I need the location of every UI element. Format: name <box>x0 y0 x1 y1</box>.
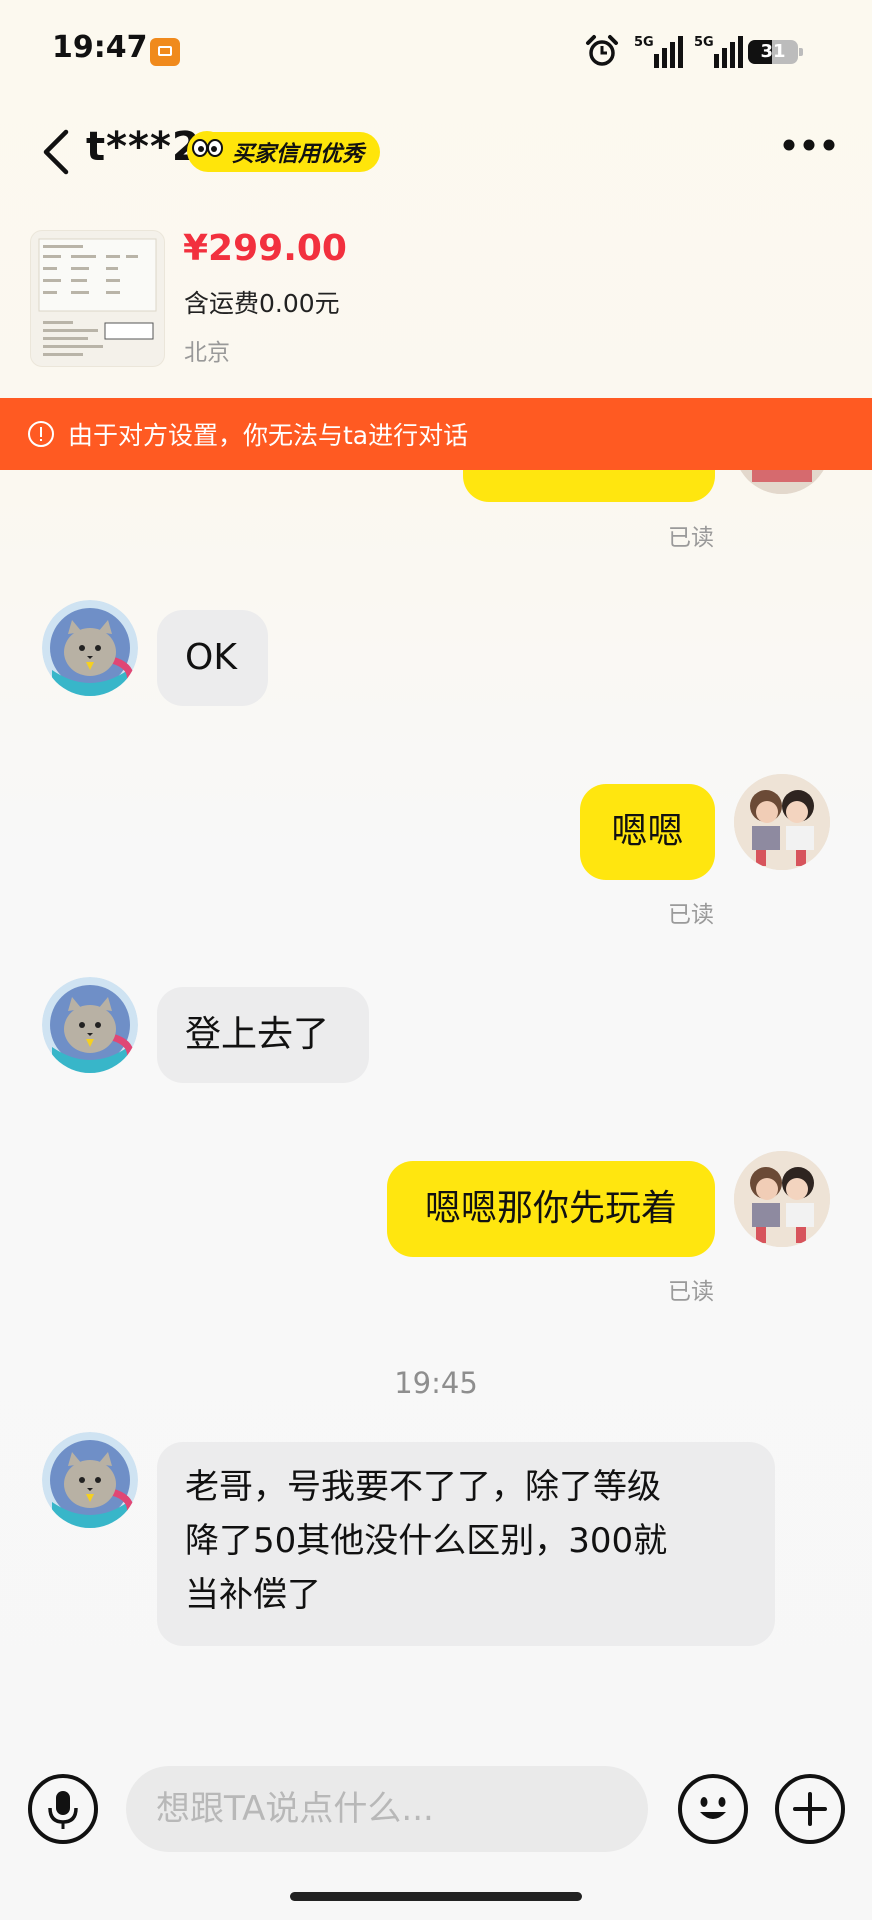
message-text: 嗯嗯那你先玩着 <box>424 1188 677 1229</box>
back-arrow-icon[interactable] <box>40 128 72 176</box>
partner-avatar[interactable] <box>42 1432 138 1528</box>
battery-indicator: 31 <box>748 40 803 64</box>
signal-5g-1-icon: 5G <box>634 35 683 68</box>
chat-disabled-banner: 由于对方设置，你无法与ta进行对话 <box>0 398 872 470</box>
credit-badge-label: 买家信用优秀 <box>232 142 365 167</box>
read-status: 已读 <box>668 525 714 551</box>
my-avatar[interactable] <box>734 774 830 870</box>
svg-text:5G: 5G <box>634 35 654 50</box>
message-bubble-mine[interactable]: 嗯嗯那你先玩着 <box>387 1161 715 1257</box>
mascot-face-icon <box>187 131 227 171</box>
message-text-line: 当补偿了 <box>185 1575 321 1615</box>
message-timestamp: 19:45 <box>394 1366 478 1400</box>
status-time: 19:47 <box>52 30 148 65</box>
message-text-line: 降了50其他没什么区别，300就 <box>185 1521 668 1561</box>
partner-avatar[interactable] <box>42 977 138 1073</box>
message-text-line: 老哥，号我要不了了，除了等级 <box>185 1467 661 1507</box>
more-actions-button[interactable] <box>775 1774 845 1844</box>
warning-icon <box>28 421 54 447</box>
message-bubble-partner[interactable]: OK <box>157 610 268 706</box>
my-avatar[interactable] <box>734 1151 830 1247</box>
read-status: 已读 <box>668 1279 714 1305</box>
microphone-icon <box>48 1791 78 1829</box>
credit-badge[interactable]: 买家信用优秀 <box>187 131 381 172</box>
partner-avatar[interactable] <box>42 600 138 696</box>
alarm-icon <box>586 35 618 66</box>
message-text: 嗯嗯 <box>611 811 684 852</box>
message-input[interactable]: 想跟TA说点什么... <box>126 1766 648 1852</box>
message-bubble-partner[interactable]: 老哥，号我要不了了，除了等级 降了50其他没什么区别，300就 当补偿了 <box>157 1442 775 1646</box>
signal-5g-2-icon: 5G <box>694 35 743 68</box>
message-text: 登上去了 <box>185 1014 330 1055</box>
message-bubble-mine[interactable]: 嗯嗯 <box>580 784 715 880</box>
battery-level: 31 <box>760 41 786 62</box>
svg-text:5G: 5G <box>694 35 714 50</box>
plus-icon <box>793 1792 827 1826</box>
product-shipping: 含运费0.00元 <box>184 289 340 318</box>
notification-app-icon <box>150 38 180 66</box>
message-text: OK <box>185 637 237 678</box>
product-thumbnail[interactable] <box>30 230 165 367</box>
home-indicator[interactable] <box>290 1892 582 1901</box>
more-options-icon[interactable] <box>782 138 836 152</box>
product-image <box>38 238 157 356</box>
smiley-icon <box>700 1797 726 1819</box>
product-price: ¥299.00 <box>183 228 347 269</box>
read-status: 已读 <box>668 902 714 928</box>
message-bubble-partner[interactable]: 登上去了 <box>157 987 369 1083</box>
voice-input-button[interactable] <box>28 1774 98 1844</box>
emoji-button[interactable] <box>678 1774 748 1844</box>
product-location: 北京 <box>184 340 230 366</box>
banner-text: 由于对方设置，你无法与ta进行对话 <box>68 421 469 450</box>
